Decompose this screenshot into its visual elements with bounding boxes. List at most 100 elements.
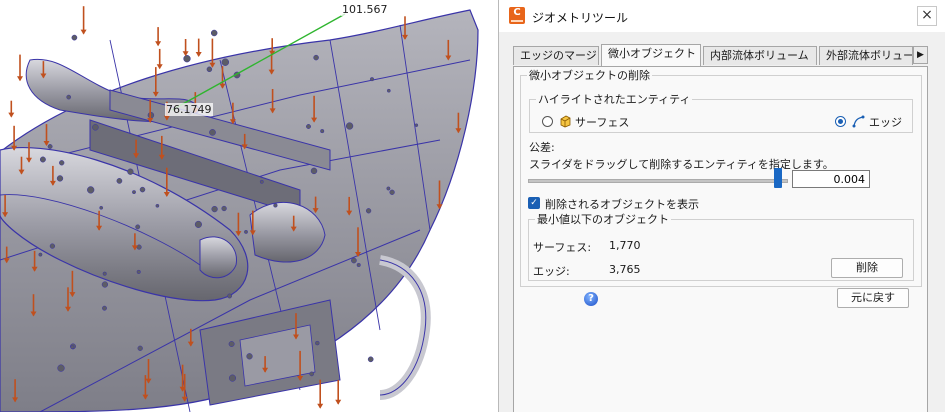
geometry-tools-dialog: C ジオメトリツール × エッジのマージ 微小オブジェクト 内部流体ボリューム … — [498, 0, 945, 412]
hull-detail-dot — [228, 374, 237, 382]
tab-scroll-button[interactable]: ▶ — [913, 46, 928, 64]
hull-detail-dot — [313, 54, 319, 61]
highlight-title: ハイライトされたエンティティ — [538, 93, 691, 106]
hull-detail-dot — [206, 66, 213, 73]
hull-detail-dot — [127, 168, 134, 175]
tab-strip: エッジのマージ 微小オブジェクト 内部流体ボリューム 外部流体ボリュー ▶ — [513, 44, 928, 66]
load-arrow — [182, 39, 189, 57]
dialog-title: ジオメトリツール — [532, 11, 629, 25]
load-arrow — [155, 27, 162, 47]
load-arrow — [156, 48, 163, 70]
hull-detail-dot — [101, 281, 109, 288]
hull-detail-dot — [244, 229, 248, 234]
hull-detail-dot — [369, 77, 375, 82]
hull-detail-dot — [309, 371, 315, 377]
app-logo-icon: C — [509, 7, 525, 24]
load-arrow — [195, 38, 202, 57]
hull-detail-dot — [70, 345, 75, 350]
edge-count-label: エッジ: — [533, 265, 570, 278]
surface-label: サーフェス — [575, 116, 630, 129]
hull-detail-dot — [92, 124, 99, 131]
hull-detail-dot — [102, 305, 107, 311]
help-icon[interactable]: ? — [584, 292, 598, 306]
tab-external-fluid-volume[interactable]: 外部流体ボリュー — [819, 46, 913, 65]
tolerance-slider-thumb[interactable] — [774, 168, 783, 188]
surface-count-label: サーフェス: — [533, 241, 592, 254]
hull-detail-dot — [47, 144, 53, 149]
hull-body — [0, 9, 479, 412]
hull-detail-dot — [210, 29, 218, 37]
hull-detail-dot — [87, 186, 95, 194]
tab-internal-fluid-volume[interactable]: 内部流体ボリューム — [703, 46, 817, 65]
hull-detail-dot — [227, 293, 233, 299]
hull-detail-dot — [273, 203, 278, 208]
undo-button[interactable]: 元に戻す — [837, 288, 909, 308]
hull-detail-dot — [386, 186, 391, 191]
hull-detail-dot — [209, 129, 216, 136]
hull-detail-dot — [139, 186, 146, 193]
hull-detail-dot — [66, 94, 72, 100]
hull-detail-dot — [356, 262, 361, 268]
title-bar[interactable]: C ジオメトリツール × — [499, 0, 945, 32]
show-deleted-label: 削除されるオブジェクトを表示 — [545, 198, 699, 211]
hull-detail-dot — [59, 160, 65, 166]
hull-detail-dot — [38, 252, 43, 257]
hull-detail-dot — [345, 122, 354, 130]
delete-button[interactable]: 削除 — [831, 258, 903, 278]
tolerance-input[interactable] — [792, 170, 870, 188]
edge-label: エッジ — [869, 116, 902, 129]
hull-detail-dot — [194, 220, 202, 228]
hull-detail-dot — [132, 190, 136, 195]
load-arrow — [335, 380, 342, 405]
tolerance-label: 公差: — [529, 141, 555, 154]
dimension-label-1: 101.567 — [341, 3, 389, 16]
hull-detail-dot — [246, 353, 253, 360]
hull-detail-dot — [102, 271, 107, 276]
surface-icon — [560, 115, 571, 128]
hull-detail-dot — [116, 178, 123, 184]
hull-detail-dot — [259, 179, 264, 184]
load-arrow — [8, 100, 15, 118]
hull-detail-dot — [414, 123, 419, 127]
hull-detail-dot — [99, 205, 104, 210]
hull-detail-dot — [57, 364, 65, 372]
hull-detail-dot — [228, 341, 235, 347]
hull-detail-dot — [351, 257, 357, 264]
hull-detail-dot — [136, 269, 141, 274]
hull-detail-dot — [211, 205, 218, 213]
chevron-right-icon: ▶ — [917, 50, 924, 60]
cad-viewport[interactable]: 101.567 76.1749 — [0, 0, 498, 412]
hull-detail-dot — [310, 167, 318, 175]
hull-detail-dot — [389, 189, 395, 195]
hull-detail-dot — [183, 55, 191, 63]
edge-icon — [852, 115, 865, 128]
hull-detail-dot — [221, 58, 230, 66]
model-render[interactable] — [0, 0, 498, 412]
hull-detail-dot — [365, 208, 372, 214]
edge-radio[interactable] — [835, 116, 846, 127]
hull-detail-dot — [221, 205, 227, 212]
close-button[interactable]: × — [917, 6, 937, 26]
hull-detail-dot — [306, 124, 311, 129]
tolerance-slider-track[interactable] — [528, 179, 788, 183]
load-arrow — [11, 125, 18, 151]
tab-small-objects[interactable]: 微小オブジェクト — [601, 44, 701, 66]
edge-count-value: 3,765 — [609, 263, 641, 276]
dimension-label-2: 76.1749 — [165, 103, 213, 116]
hull-detail-dot — [155, 203, 160, 208]
hull-detail-dot — [49, 243, 56, 249]
hull-detail-dot — [386, 88, 391, 93]
hull-detail-dot — [137, 345, 143, 351]
below-min-title: 最小値以下のオブジェクト — [537, 213, 669, 226]
surface-radio[interactable] — [542, 116, 553, 127]
close-icon: × — [921, 7, 933, 23]
load-arrow — [80, 6, 87, 35]
tab-edge-merge[interactable]: エッジのマージ — [513, 46, 599, 65]
group-title: 微小オブジェクトの削除 — [529, 69, 650, 82]
hull-detail-dot — [71, 34, 78, 41]
load-arrow — [209, 38, 216, 68]
hull-detail-dot — [39, 156, 46, 163]
tolerance-hint: スライダをドラッグして削除するエンティティを指定します。 — [529, 158, 834, 171]
below-min-group: 最小値以下のオブジェクト サーフェス: 1,770 エッジ: 3,765 削除 — [528, 211, 914, 281]
show-deleted-checkbox[interactable]: ✓ — [528, 197, 540, 209]
